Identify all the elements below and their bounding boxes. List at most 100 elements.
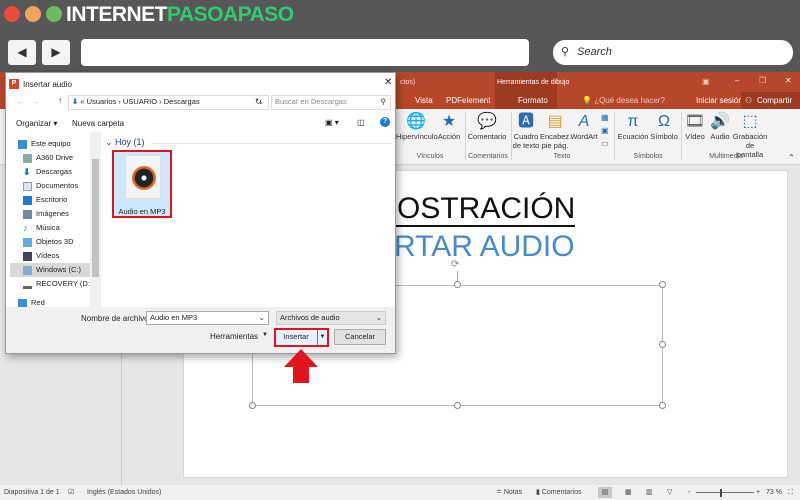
navigation-pane: Este equipo A360 Drive ⬇ Descargas Docume… (6, 132, 98, 308)
zoom-slider[interactable] (696, 492, 754, 493)
insert-button[interactable]: Insertar ▼ (274, 328, 329, 347)
nav-objetos-3d[interactable]: Objetos 3D (23, 235, 98, 249)
minimize-icon[interactable]: – (735, 76, 739, 85)
resize-handle[interactable] (454, 281, 461, 288)
nav-videos[interactable]: Vídeos (23, 249, 98, 263)
tab-vista[interactable]: Vista (415, 96, 433, 105)
tab-pdfelement[interactable]: PDFelement (446, 96, 490, 105)
resize-handle[interactable] (659, 341, 666, 348)
address-bar[interactable] (81, 39, 529, 66)
sign-in-link[interactable]: Iniciar sesión (696, 96, 743, 105)
tools-dropdown-icon[interactable]: ▼ (262, 332, 268, 338)
tools-button[interactable]: Herramientas (210, 332, 258, 341)
crumb-usuario[interactable]: USUARIO (123, 97, 157, 106)
nav-este-equipo[interactable]: Este equipo (18, 137, 93, 151)
nav-descargas[interactable]: ⬇ Descargas (23, 165, 98, 179)
file-audio-en-mp3[interactable]: Audio en MP3 (112, 150, 172, 218)
filetype-select[interactable]: Archivos de audio ⌄ (276, 311, 386, 325)
address-breadcrumb[interactable]: ⬇ « Usuarios › USUARIO › Descargas ⌄ (68, 95, 269, 110)
forward-button[interactable]: ▶ (42, 40, 70, 65)
header-footer-button[interactable]: ▤ Encabez. pie pág. (540, 112, 571, 150)
maximize-dot[interactable] (46, 6, 62, 22)
view-options-icon[interactable]: ▣ ▾ (325, 118, 339, 127)
group-texto: Texto (553, 153, 571, 160)
back-button[interactable]: ◀ (8, 40, 36, 65)
resize-handle[interactable] (249, 402, 256, 409)
sorter-view-icon[interactable]: ▦ (625, 485, 632, 500)
chevron-down-icon[interactable]: ⌄ (376, 312, 382, 324)
crumb-descargas[interactable]: Descargas (164, 97, 200, 106)
textbox-button[interactable]: 🅰 Cuadro de texto (512, 112, 540, 150)
close-icon[interactable]: ✕ (785, 76, 792, 85)
globe-link-icon: 🌐 (406, 113, 426, 130)
nav-a360-drive[interactable]: A360 Drive (23, 151, 98, 165)
insert-dropdown-icon[interactable]: ▼ (317, 330, 327, 345)
dialog-search-input[interactable]: Buscar en Descargas ⚲ (271, 95, 391, 110)
wordart-button[interactable]: A WordArt (570, 112, 598, 141)
site-logo: INTERNETPASOAPASO (66, 3, 294, 26)
tell-me[interactable]: 💡 ¿Qué desea hacer? (582, 96, 665, 105)
help-icon[interactable]: ? (380, 117, 390, 127)
audio-file-icon (125, 155, 161, 199)
close-dot[interactable] (4, 6, 20, 22)
preview-pane-icon[interactable]: ◫ (357, 118, 365, 127)
filename-input[interactable]: Audio en MP3 ⌄ (146, 311, 269, 325)
crumb-usuarios[interactable]: Usuarios (87, 97, 117, 106)
slideshow-icon[interactable]: ▽ (667, 485, 672, 500)
browser-search[interactable]: ⚲ Search (553, 40, 793, 65)
notes-button[interactable]: ≐ Notas (496, 485, 522, 500)
resize-handle[interactable] (659, 402, 666, 409)
slide-title[interactable]: MOSTRACIÓN (372, 193, 576, 227)
language-indicator[interactable]: Inglés (Estados Unidos) (87, 485, 161, 500)
action-button[interactable]: ★ Acción (436, 112, 462, 141)
normal-view-icon[interactable]: ▤ (598, 487, 612, 498)
symbol-button[interactable]: Ω Símbolo (650, 112, 678, 141)
comments-button[interactable]: ▮ Comentarios (536, 485, 581, 500)
chevron-down-icon[interactable]: ⌄ (259, 312, 265, 324)
group-header-hoy[interactable]: ⌄ Hoy (1) (105, 137, 145, 148)
zoom-in-button[interactable]: + (756, 485, 760, 500)
fit-slide-icon[interactable]: ⛶ (788, 485, 793, 500)
new-folder-button[interactable]: Nueva carpeta (72, 119, 124, 128)
resize-handle[interactable] (454, 402, 461, 409)
rotate-handle-icon[interactable]: ⟳ (451, 259, 459, 270)
slide-subtitle[interactable]: ERTAR AUDIO (374, 231, 575, 263)
organize-button[interactable]: Organizar ▾ (16, 119, 57, 128)
video-button[interactable]: 🎞 Vídeo (682, 112, 708, 141)
share-button[interactable]: ⚇ Compartir (741, 92, 800, 109)
nav-escritorio[interactable]: Escritorio (23, 193, 98, 207)
zoom-slider-thumb[interactable] (720, 489, 722, 497)
resize-handle[interactable] (659, 281, 666, 288)
red-arrow-icon (284, 349, 318, 367)
ribbon-options-icon[interactable]: ▣ (702, 77, 710, 86)
minimize-dot[interactable] (25, 6, 41, 22)
nav-windows-c[interactable]: Windows (C:) (10, 263, 90, 277)
cancel-button[interactable]: Cancelar (334, 329, 386, 345)
back-arrow-icon[interactable]: ← (16, 97, 24, 106)
zoom-level[interactable]: 73 % (766, 485, 782, 500)
collapse-ribbon-icon[interactable]: ⌃ (788, 153, 795, 162)
audio-button[interactable]: 🔊 Audio (708, 112, 732, 141)
small-text-icons[interactable]: ▦ ▣ ▭ (601, 111, 609, 150)
nav-imagenes[interactable]: Imágenes (23, 207, 98, 221)
nav-recovery-d[interactable]: RECOVERY (D:) (23, 277, 98, 291)
spellcheck-icon[interactable]: ☑ (68, 485, 74, 500)
dialog-close-icon[interactable]: ✕ (384, 77, 392, 88)
refresh-icon[interactable]: ↻ (255, 97, 262, 106)
reading-view-icon[interactable]: ▥ (646, 485, 653, 500)
nav-musica[interactable]: ♪ Música (23, 221, 98, 235)
comment-button[interactable]: 💬 Comentario (467, 112, 507, 141)
zoom-out-button[interactable]: - (688, 485, 690, 500)
hyperlink-button[interactable]: 🌐 Hipervínculo (396, 112, 438, 141)
screen-recording-button[interactable]: ⬚ Grabación de pantalla (732, 112, 768, 159)
nav-scrollbar[interactable] (90, 132, 101, 307)
up-arrow-icon[interactable]: ↑ (58, 96, 62, 105)
equation-button[interactable]: π Ecuación (616, 112, 650, 141)
dialog-footer: Nombre de archivo: Audio en MP3 ⌄ Archivo… (6, 307, 395, 353)
nav-documentos[interactable]: Documentos (23, 179, 98, 193)
tab-formato[interactable]: Formato (518, 96, 548, 105)
scrollbar-thumb[interactable] (92, 159, 99, 277)
forward-arrow-icon[interactable]: → (32, 97, 40, 106)
film-icon: 🎞 (684, 113, 706, 130)
restore-icon[interactable]: ❐ (759, 76, 766, 85)
